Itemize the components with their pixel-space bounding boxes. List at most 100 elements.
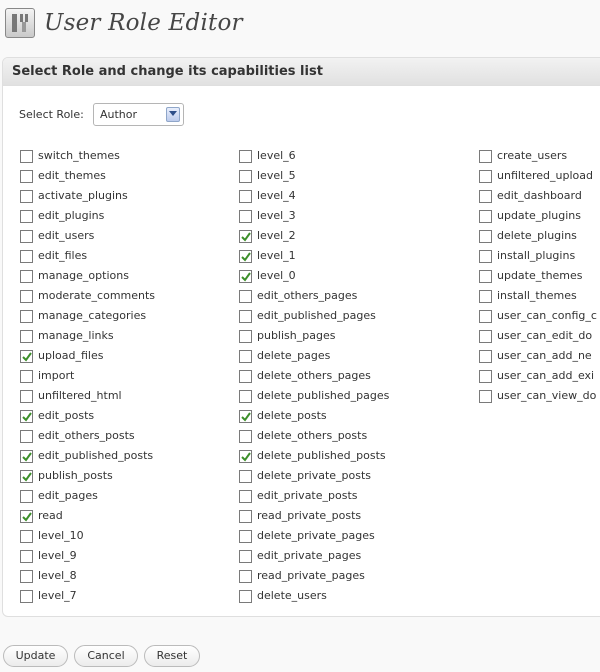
update-button[interactable]: Update: [3, 645, 68, 667]
capability-checkbox[interactable]: [20, 170, 33, 183]
capability-label: level_6: [257, 149, 296, 162]
capability-label: edit_others_posts: [38, 429, 135, 442]
capability-label: manage_categories: [38, 309, 147, 322]
capability-label: publish_pages: [257, 329, 336, 342]
capability-checkbox[interactable]: [20, 430, 33, 443]
capability-checkbox[interactable]: [479, 330, 492, 343]
capability-checkbox[interactable]: [479, 190, 492, 203]
capability-checkbox[interactable]: [20, 210, 33, 223]
capability-checkbox[interactable]: [239, 570, 252, 583]
capability-label: edit_private_posts: [257, 489, 358, 502]
capability-checkbox[interactable]: [479, 230, 492, 243]
capability-checkbox[interactable]: [20, 410, 33, 423]
capability-label: publish_posts: [38, 469, 113, 482]
capability-checkbox[interactable]: [239, 590, 252, 603]
chevron-down-icon[interactable]: [166, 107, 180, 122]
capability-checkbox[interactable]: [20, 570, 33, 583]
capability-checkbox[interactable]: [239, 270, 252, 283]
capability-checkbox[interactable]: [20, 190, 33, 203]
capability-checkbox[interactable]: [239, 150, 252, 163]
capability-checkbox[interactable]: [239, 190, 252, 203]
cancel-button[interactable]: Cancel: [74, 645, 138, 667]
capability-checkbox[interactable]: [20, 590, 33, 603]
toolbox-icon: [5, 8, 35, 38]
capability-label: read_private_pages: [257, 569, 365, 582]
capability-checkbox[interactable]: [239, 490, 252, 503]
capability-label: unfiltered_upload: [497, 169, 594, 182]
capability-label: level_7: [38, 589, 77, 602]
capability-checkbox[interactable]: [20, 310, 33, 323]
capability-label: level_3: [257, 209, 296, 222]
capability-label: user_can_view_do: [497, 389, 597, 402]
capability-checkbox[interactable]: [479, 250, 492, 263]
capability-label: delete_published_posts: [257, 449, 386, 462]
capability-checkbox[interactable]: [479, 270, 492, 283]
page-header: User Role Editor: [0, 0, 600, 52]
capability-label: unfiltered_html: [38, 389, 122, 402]
capability-checkbox[interactable]: [239, 330, 252, 343]
capability-checkbox[interactable]: [239, 510, 252, 523]
capability-label: edit_plugins: [38, 209, 105, 222]
capability-label: edit_files: [38, 249, 88, 262]
capability-label: delete_private_posts: [257, 469, 372, 482]
capability-label: read_private_posts: [257, 509, 362, 522]
capability-checkbox[interactable]: [479, 210, 492, 223]
capability-checkbox[interactable]: [239, 370, 252, 383]
capability-checkbox[interactable]: [20, 270, 33, 283]
capability-checkbox[interactable]: [239, 430, 252, 443]
capability-checkbox[interactable]: [20, 330, 33, 343]
capability-checkbox[interactable]: [479, 350, 492, 363]
capability-checkbox[interactable]: [479, 390, 492, 403]
capability-label: import: [38, 369, 75, 382]
capability-label: level_2: [257, 229, 296, 242]
capability-checkbox[interactable]: [239, 410, 252, 423]
capability-checkbox[interactable]: [20, 390, 33, 403]
capability-label: level_1: [257, 249, 296, 262]
role-select[interactable]: Author: [93, 103, 184, 126]
capability-checkbox[interactable]: [239, 290, 252, 303]
page-title: User Role Editor: [44, 10, 243, 36]
capability-label: edit_private_pages: [257, 549, 362, 562]
capability-checkbox[interactable]: [20, 530, 33, 543]
reset-button[interactable]: Reset: [144, 645, 200, 667]
capability-checkbox[interactable]: [20, 470, 33, 483]
capability-label: delete_pages: [257, 349, 331, 362]
capability-checkbox[interactable]: [239, 450, 252, 463]
capability-label: user_can_add_exi: [497, 369, 595, 382]
capability-checkbox[interactable]: [239, 390, 252, 403]
capability-checkbox[interactable]: [479, 310, 492, 323]
capability-label: manage_options: [38, 269, 129, 282]
capability-checkbox[interactable]: [20, 370, 33, 383]
capability-checkbox[interactable]: [20, 550, 33, 563]
role-select-label: Select Role:: [19, 108, 84, 121]
capability-checkbox[interactable]: [479, 170, 492, 183]
capability-label: level_10: [38, 529, 84, 542]
capability-label: read: [38, 509, 63, 522]
capability-label: delete_private_pages: [257, 529, 375, 542]
capability-checkbox[interactable]: [239, 350, 252, 363]
capability-label: install_plugins: [497, 249, 576, 262]
capability-checkbox[interactable]: [479, 150, 492, 163]
capability-checkbox[interactable]: [239, 310, 252, 323]
capability-checkbox[interactable]: [239, 550, 252, 563]
capability-checkbox[interactable]: [239, 470, 252, 483]
capability-checkbox[interactable]: [239, 250, 252, 263]
capability-label: activate_plugins: [38, 189, 128, 202]
capability-checkbox[interactable]: [20, 350, 33, 363]
capability-label: edit_dashboard: [497, 189, 582, 202]
capability-checkbox[interactable]: [479, 290, 492, 303]
capability-checkbox[interactable]: [239, 170, 252, 183]
capability-label: delete_others_posts: [257, 429, 368, 442]
capability-checkbox[interactable]: [239, 230, 252, 243]
capability-checkbox[interactable]: [479, 370, 492, 383]
capability-checkbox[interactable]: [20, 150, 33, 163]
capability-checkbox[interactable]: [239, 210, 252, 223]
capability-checkbox[interactable]: [20, 290, 33, 303]
capability-checkbox[interactable]: [20, 490, 33, 503]
capability-checkbox[interactable]: [239, 530, 252, 543]
capability-checkbox[interactable]: [20, 510, 33, 523]
capability-checkbox[interactable]: [20, 450, 33, 463]
capability-label: upload_files: [38, 349, 104, 362]
capability-checkbox[interactable]: [20, 250, 33, 263]
capability-checkbox[interactable]: [20, 230, 33, 243]
